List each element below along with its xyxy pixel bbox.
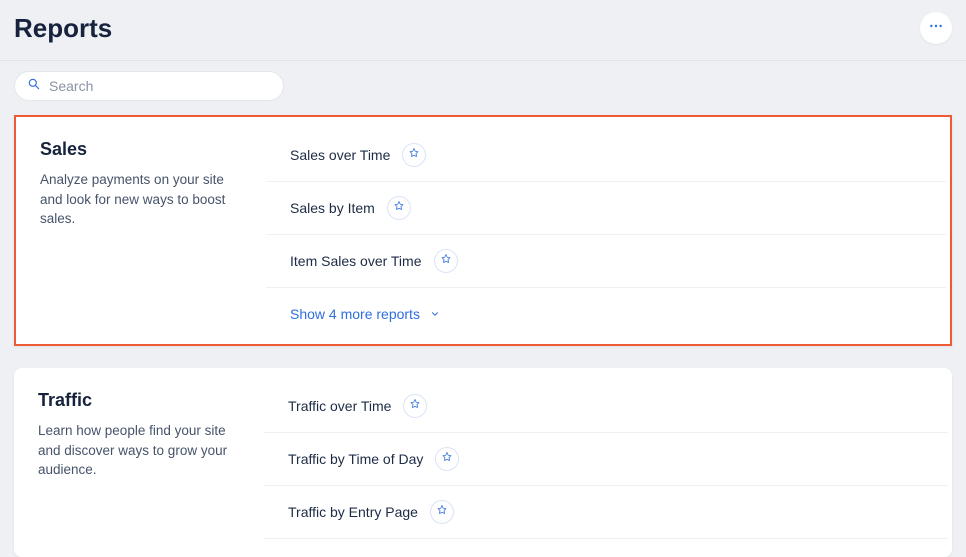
search-input[interactable] <box>49 78 271 94</box>
favorite-button[interactable] <box>402 143 426 167</box>
section-title: Traffic <box>38 390 240 411</box>
report-row: Sales by Item <box>266 182 946 235</box>
show-more-label: Show 4 more reports <box>290 306 420 322</box>
report-link-item-sales-over-time[interactable]: Item Sales over Time <box>290 253 422 269</box>
report-row: Traffic by Time of Day <box>264 433 948 486</box>
star-icon <box>409 397 421 415</box>
favorite-button[interactable] <box>430 500 454 524</box>
favorite-button[interactable] <box>434 249 458 273</box>
report-row: Traffic over Time <box>264 390 948 433</box>
section-traffic: Traffic Learn how people find your site … <box>14 368 952 557</box>
section-description: Learn how people find your site and disc… <box>38 421 240 480</box>
star-icon <box>393 199 405 217</box>
star-icon <box>440 252 452 270</box>
report-link-traffic-over-time[interactable]: Traffic over Time <box>288 398 391 414</box>
favorite-button[interactable] <box>435 447 459 471</box>
more-actions-button[interactable] <box>920 12 952 44</box>
section-sales: Sales Analyze payments on your site and … <box>14 115 952 346</box>
report-link-sales-by-item[interactable]: Sales by Item <box>290 200 375 216</box>
section-title: Sales <box>40 139 242 160</box>
report-row: Item Sales over Time <box>266 235 946 288</box>
favorite-button[interactable] <box>403 394 427 418</box>
report-row: Sales over Time <box>266 139 946 182</box>
report-link-traffic-by-entry-page[interactable]: Traffic by Entry Page <box>288 504 418 520</box>
report-link-traffic-by-time-of-day[interactable]: Traffic by Time of Day <box>288 451 423 467</box>
page-title: Reports <box>14 13 112 44</box>
report-link-sales-over-time[interactable]: Sales over Time <box>290 147 390 163</box>
chevron-down-icon <box>430 306 440 322</box>
star-icon <box>441 450 453 468</box>
star-icon <box>408 146 420 164</box>
section-description: Analyze payments on your site and look f… <box>40 170 242 229</box>
favorite-button[interactable] <box>387 196 411 220</box>
search-box[interactable] <box>14 71 284 101</box>
search-icon <box>27 77 41 96</box>
star-icon <box>436 503 448 521</box>
ellipsis-icon <box>928 18 944 39</box>
show-more-reports[interactable]: Show 4 more reports <box>266 288 946 326</box>
